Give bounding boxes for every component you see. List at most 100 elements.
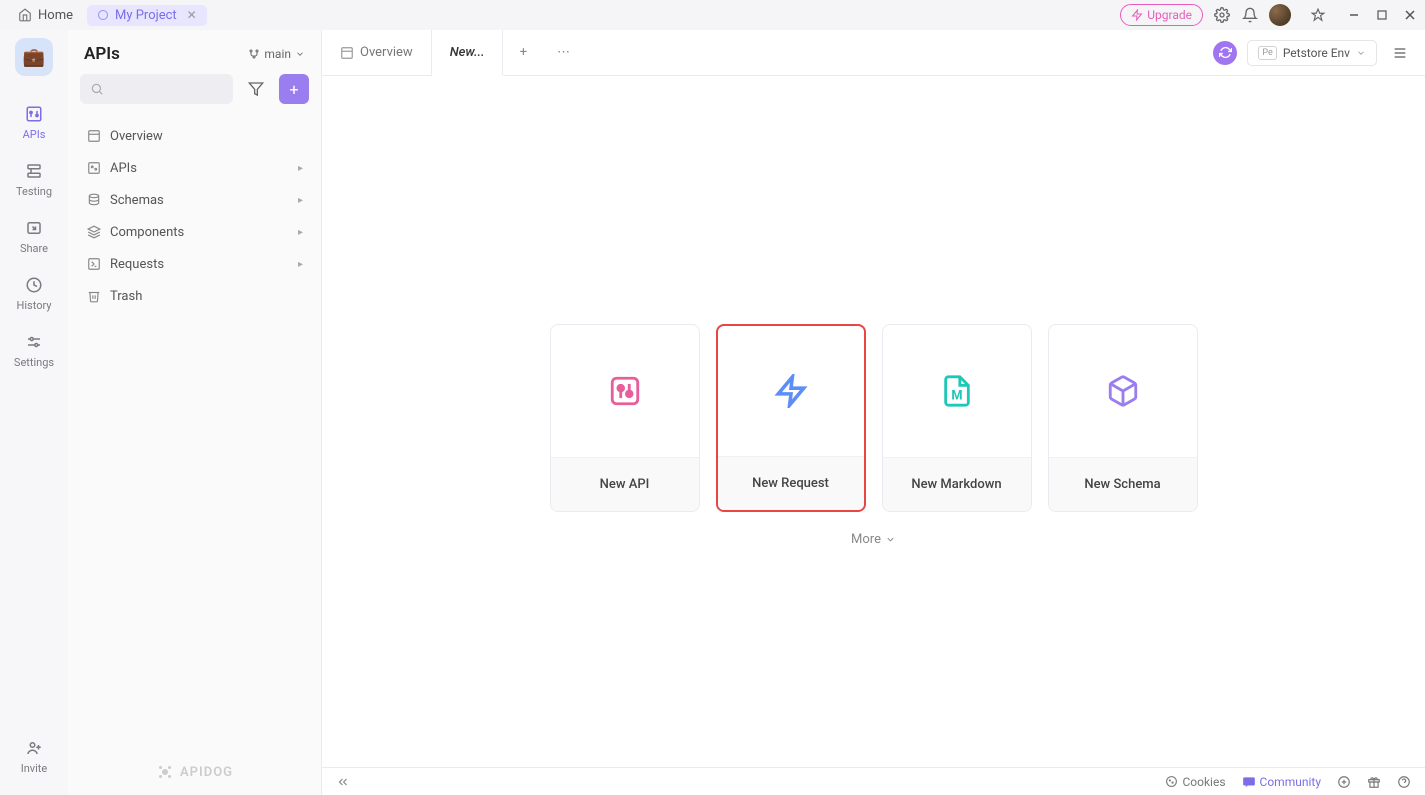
tab-new[interactable]: New... xyxy=(432,30,504,76)
tab-more-button[interactable]: ⋯ xyxy=(543,30,583,75)
content-area: Overview New... + ⋯ Pe Petstore Env xyxy=(322,30,1425,795)
card-new-api[interactable]: New API xyxy=(550,324,700,512)
environment-selector[interactable]: Pe Petstore Env xyxy=(1247,40,1377,66)
tree-overview[interactable]: Overview xyxy=(78,120,311,152)
share-icon xyxy=(25,219,43,237)
panel-title: APIs xyxy=(84,44,120,64)
branch-icon xyxy=(248,48,260,60)
tree-requests[interactable]: Requests ▸ xyxy=(78,248,311,280)
add-button[interactable]: + xyxy=(279,74,309,104)
tree: Overview APIs ▸ Schemas ▸ Components ▸ R… xyxy=(68,114,321,318)
gift-button[interactable] xyxy=(1367,775,1381,789)
tree-trash[interactable]: Trash xyxy=(78,280,311,312)
settings-rail-icon xyxy=(25,333,43,351)
upgrade-button[interactable]: Upgrade xyxy=(1120,4,1203,26)
tab-add-button[interactable]: + xyxy=(503,30,543,75)
chevron-right-icon: ▸ xyxy=(298,195,303,206)
close-icon[interactable]: ✕ xyxy=(187,8,197,22)
workspace-logo[interactable]: 💼 xyxy=(15,38,53,76)
chevron-down-icon xyxy=(295,49,305,59)
overview-tab-icon xyxy=(340,46,354,60)
apis-icon xyxy=(25,105,43,123)
more-link[interactable]: More xyxy=(851,532,896,547)
search-input[interactable] xyxy=(80,74,233,104)
gift-icon xyxy=(1367,775,1381,789)
upgrade-icon xyxy=(1131,9,1143,21)
new-cards-area: New API New Request M New Markdown xyxy=(322,76,1425,795)
branch-selector[interactable]: main xyxy=(248,47,305,61)
chevron-double-left-icon xyxy=(336,775,350,789)
invite-icon xyxy=(25,739,43,757)
minimize-button[interactable] xyxy=(1347,8,1361,22)
new-schema-icon xyxy=(1106,374,1140,408)
new-markdown-icon: M xyxy=(940,374,974,408)
notifications-icon[interactable] xyxy=(1241,6,1259,24)
components-icon xyxy=(86,224,102,240)
history-icon xyxy=(25,276,43,294)
discord-icon xyxy=(1242,775,1256,789)
cookies-button[interactable]: Cookies xyxy=(1165,775,1225,789)
close-button[interactable] xyxy=(1403,8,1417,22)
titlebar: Home My Project ✕ Upgrade xyxy=(0,0,1425,30)
home-icon xyxy=(18,8,32,22)
home-label: Home xyxy=(38,8,73,23)
filter-button[interactable] xyxy=(241,74,271,104)
tabs-bar: Overview New... + ⋯ Pe Petstore Env xyxy=(322,30,1425,76)
card-new-request[interactable]: New Request xyxy=(716,324,866,512)
nav-rail: 💼 APIs Testing Share History Settings In… xyxy=(0,30,68,795)
testing-icon xyxy=(25,162,43,180)
rail-apis[interactable]: APIs xyxy=(0,94,68,151)
trash-icon xyxy=(86,288,102,304)
pin-icon[interactable] xyxy=(1309,6,1327,24)
brand-footer: APIDOG xyxy=(68,749,321,795)
tree-components[interactable]: Components ▸ xyxy=(78,216,311,248)
card-new-schema[interactable]: New Schema xyxy=(1048,324,1198,512)
new-request-icon xyxy=(774,374,808,408)
titlebar-actions: Upgrade xyxy=(1120,4,1417,26)
new-api-icon xyxy=(608,374,642,408)
apis-tree-icon xyxy=(86,160,102,176)
tab-overview[interactable]: Overview xyxy=(322,30,432,75)
rail-testing[interactable]: Testing xyxy=(0,151,68,208)
plus-circle-icon xyxy=(1337,775,1351,789)
card-new-markdown[interactable]: M New Markdown xyxy=(882,324,1032,512)
overview-icon xyxy=(86,128,102,144)
help-button[interactable] xyxy=(1397,775,1411,789)
avatar[interactable] xyxy=(1269,4,1291,26)
chevron-right-icon: ▸ xyxy=(298,227,303,238)
rail-history[interactable]: History xyxy=(0,265,68,322)
rail-settings[interactable]: Settings xyxy=(0,322,68,379)
help-icon xyxy=(1397,775,1411,789)
rail-invite[interactable]: Invite xyxy=(0,728,68,785)
left-panel: APIs main + Overview APIs xyxy=(68,30,322,795)
add-status-button[interactable] xyxy=(1337,775,1351,789)
refresh-icon xyxy=(1219,46,1232,59)
upgrade-label: Upgrade xyxy=(1147,8,1192,22)
project-tab[interactable]: My Project ✕ xyxy=(87,5,207,26)
hamburger-icon xyxy=(1392,45,1408,61)
chevron-down-icon xyxy=(1356,48,1366,58)
env-badge: Pe xyxy=(1258,46,1276,60)
cookie-icon xyxy=(1165,775,1178,788)
project-icon xyxy=(97,9,109,21)
env-settings-button[interactable] xyxy=(1387,40,1413,66)
schemas-icon xyxy=(86,192,102,208)
project-label: My Project xyxy=(115,8,177,23)
tree-apis[interactable]: APIs ▸ xyxy=(78,152,311,184)
status-bar: Cookies Community xyxy=(322,767,1425,795)
tree-schemas[interactable]: Schemas ▸ xyxy=(78,184,311,216)
settings-icon[interactable] xyxy=(1213,6,1231,24)
svg-text:M: M xyxy=(951,389,962,404)
titlebar-tabs: Home My Project ✕ xyxy=(8,4,207,27)
filter-icon xyxy=(248,81,264,97)
home-tab[interactable]: Home xyxy=(8,4,83,27)
chevron-right-icon: ▸ xyxy=(298,259,303,270)
maximize-button[interactable] xyxy=(1375,8,1389,22)
rail-share[interactable]: Share xyxy=(0,208,68,265)
window-controls xyxy=(1347,8,1417,22)
refresh-button[interactable] xyxy=(1213,41,1237,65)
search-icon xyxy=(90,82,104,96)
community-button[interactable]: Community xyxy=(1242,775,1321,789)
chevron-down-icon xyxy=(885,534,896,545)
collapse-panel-button[interactable] xyxy=(336,775,350,789)
